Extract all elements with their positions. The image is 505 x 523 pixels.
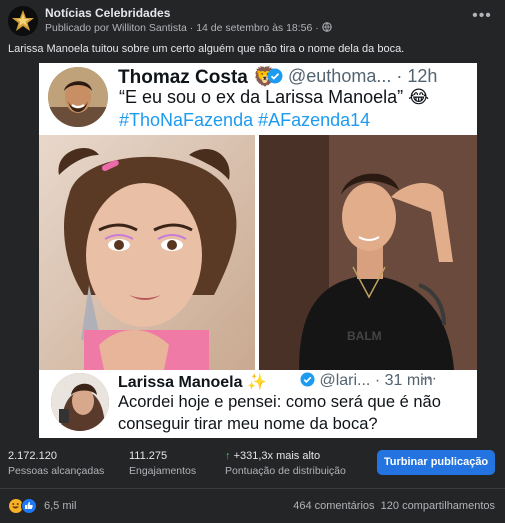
distribution-value: ↑ +331,3x mais alto [225,450,321,462]
meta-separator-2: · [315,22,319,34]
shares-count[interactable]: 120 compartilhamentos [381,500,495,512]
facebook-post: Notícias Celebridades Publicado por Will… [0,0,505,523]
reach-value: 2.172.120 [8,450,57,462]
divider [0,488,505,489]
reaction-count: 6,5 mil [44,500,77,512]
boost-post-button[interactable]: Turbinar publicação [377,450,495,475]
larissa-avatar [51,373,109,431]
tweet1-author: Thomaz Costa 🦁 [118,67,277,88]
engagement-label: Engajamentos [129,465,197,477]
reach-stat[interactable]: 2.172.120 Pessoas alcançadas [8,450,104,477]
tweet2-author: Larissa Manoela ✨ [118,374,267,391]
page-name[interactable]: Notícias Celebridades [45,6,170,20]
distribution-stat[interactable]: ↑ +331,3x mais alto Pontuação de distrib… [225,450,346,477]
tweet1-hashtags: #ThoNaFazenda #AFazenda14 [119,110,371,130]
post-author[interactable]: Williton Santista [112,22,187,34]
tweet1-handle: @euthoma... · 12h [267,66,437,87]
like-reaction-icon [21,498,37,514]
tweet2: Larissa Manoela ✨ @lari... · 31 min ··· … [48,370,470,438]
reach-label: Pessoas alcançadas [8,465,105,477]
engagement-summary: 464 comentários 120 compartilhamentos [293,500,495,512]
comments-count[interactable]: 464 comentários [293,500,374,512]
page-avatar-star-icon [8,6,38,36]
globe-icon [322,22,332,35]
post-insights: 2.172.120 Pessoas alcançadas 111.275 Eng… [0,438,505,488]
engagement-value: 111.275 [129,450,168,462]
verified-icon [300,372,315,389]
thomaz-avatar [48,67,108,127]
post-date[interactable]: 14 de setembro às 18:56 [196,22,312,34]
verified-icon [267,66,283,86]
up-arrow-icon: ↑ [225,450,231,462]
page-avatar[interactable] [8,6,38,36]
more-icon[interactable]: ••• [470,8,494,28]
post-header: Notícias Celebridades Publicado por Will… [0,0,505,40]
sparkle-icon: ✨ [246,374,267,391]
post-image[interactable]: Thomaz Costa 🦁 @euthoma... · 12h “E eu s… [39,63,477,438]
tweet2-handle: @lari... · 31 min [300,372,433,390]
engagement-stat[interactable]: 111.275 Engajamentos [129,450,196,477]
meta-prefix: Publicado por [45,22,110,34]
distribution-label: Pontuação de distribuição [225,465,346,477]
tweet1-text: “E eu sou o ex da Larissa Manoela” 😂 [119,87,430,107]
photo-thomaz: BALM [259,135,477,370]
post-meta: Publicado por Williton Santista · 14 de … [45,22,332,35]
tweet2-more-icon: ··· [421,370,437,387]
post-caption: Larissa Manoela tuitou sobre um certo al… [8,43,405,55]
tweet2-text: Acordei hoje e pensei: como será que é n… [118,393,441,433]
svg-text:BALM: BALM [347,329,382,343]
photo-larissa [39,135,255,370]
meta-separator-1: · [189,22,194,34]
